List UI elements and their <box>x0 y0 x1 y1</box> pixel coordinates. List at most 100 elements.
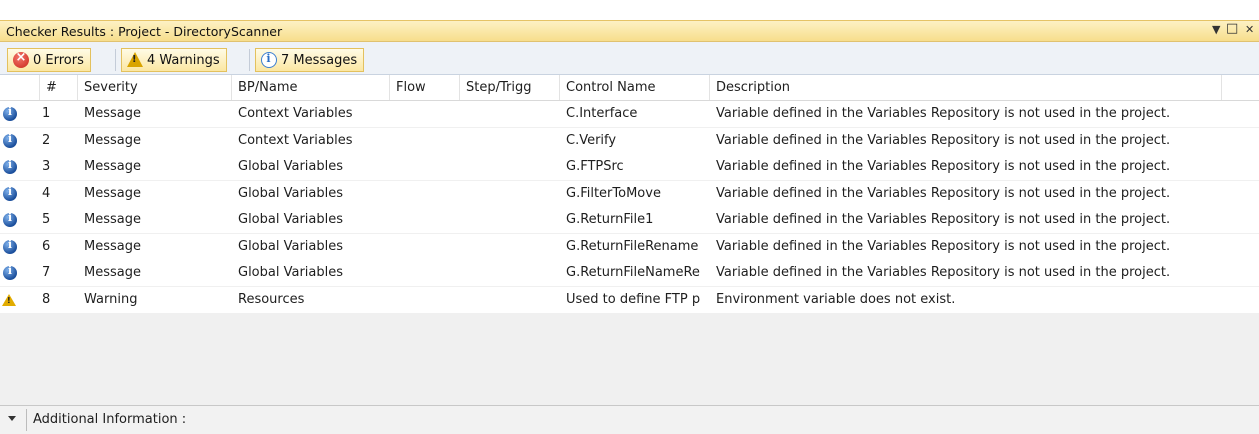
row-step-trigger <box>460 101 560 127</box>
row-severity: Message <box>84 265 141 280</box>
row-bp-name: Global Variables <box>238 238 344 254</box>
footer-separator <box>26 409 27 431</box>
row-description: Variable defined in the Variables Reposi… <box>716 212 1171 227</box>
info-icon <box>3 105 17 121</box>
row-bp-name: Global Variables <box>238 185 344 201</box>
toolbar-separator <box>115 49 116 71</box>
row-step-trigger <box>460 154 560 180</box>
errors-label: 0 Errors <box>33 52 84 68</box>
row-number: 5 <box>42 212 51 227</box>
row-control-name: G.FilterToMove <box>566 185 661 201</box>
warning-icon <box>127 52 143 68</box>
row-control-name: Used to define FTP p <box>566 291 701 307</box>
panel-title: Checker Results : Project - DirectorySca… <box>6 24 283 39</box>
row-bp-name: Global Variables <box>238 159 344 174</box>
header-control-name[interactable]: Control Name <box>560 75 710 100</box>
row-severity: Message <box>84 106 141 121</box>
errors-filter-button[interactable]: 0 Errors <box>7 48 91 72</box>
header-number[interactable]: # <box>40 75 78 100</box>
row-number: 1 <box>42 106 51 121</box>
results-grid: # Severity BP/Name Flow Step/Trigg Contr… <box>0 75 1259 405</box>
row-step-trigger <box>460 181 560 207</box>
close-icon[interactable]: ✕ <box>1245 23 1254 36</box>
table-row[interactable]: 4 Message Global Variables G.FilterToMove Va… <box>0 180 1259 207</box>
row-control-name: G.FTPSrc <box>566 159 624 174</box>
row-flow <box>390 154 460 180</box>
row-flow <box>390 260 460 286</box>
window-menu-icon[interactable]: ▼ <box>1212 23 1220 36</box>
row-step-trigger <box>460 207 560 233</box>
row-flow <box>390 101 460 127</box>
row-control-name: G.ReturnFileNameRe <box>566 265 700 280</box>
row-number: 4 <box>42 185 51 201</box>
info-icon <box>261 52 277 68</box>
row-control-name: C.Interface <box>566 106 638 121</box>
row-description: Variable defined in the Variables Reposi… <box>716 265 1171 280</box>
row-step-trigger <box>460 287 560 313</box>
row-bp-name: Global Variables <box>238 265 344 280</box>
info-icon <box>3 238 17 254</box>
chevron-down-icon[interactable] <box>8 416 16 421</box>
row-severity: Message <box>84 132 141 148</box>
info-icon <box>3 185 17 201</box>
panel-title-bar: Checker Results : Project - DirectorySca… <box>0 20 1259 42</box>
header-severity[interactable]: Severity <box>78 75 232 100</box>
row-description: Variable defined in the Variables Reposi… <box>716 132 1171 148</box>
additional-info-label: Additional Information : <box>33 412 187 427</box>
row-flow <box>390 234 460 260</box>
toolbar-separator <box>249 49 250 71</box>
row-bp-name: Context Variables <box>238 132 353 148</box>
row-severity: Message <box>84 212 141 227</box>
row-number: 3 <box>42 159 51 174</box>
row-flow <box>390 181 460 207</box>
row-description: Variable defined in the Variables Reposi… <box>716 106 1171 121</box>
row-description: Variable defined in the Variables Reposi… <box>716 159 1171 174</box>
table-row[interactable]: 2 Message Context Variables C.Verify Variabl… <box>0 127 1259 154</box>
table-row[interactable]: 6 Message Global Variables G.ReturnFileRena… <box>0 233 1259 260</box>
info-icon <box>3 158 17 174</box>
row-control-name: C.Verify <box>566 132 617 148</box>
table-row[interactable]: 7 Message Global Variables G.ReturnFileName… <box>0 260 1259 286</box>
header-description[interactable]: Description <box>710 75 1222 100</box>
filter-toolbar: 0 Errors 4 Warnings 7 Messages <box>0 42 1259 75</box>
additional-info-bar: Additional Information : <box>0 405 1259 434</box>
header-step-trigger[interactable]: Step/Trigg <box>460 75 560 100</box>
header-filler <box>1222 75 1259 100</box>
warning-icon <box>2 293 16 306</box>
header-flow[interactable]: Flow <box>390 75 460 100</box>
row-bp-name: Global Variables <box>238 212 344 227</box>
row-description: Variable defined in the Variables Reposi… <box>716 185 1171 201</box>
table-row[interactable]: 3 Message Global Variables G.FTPSrc Variable… <box>0 154 1259 180</box>
messages-filter-button[interactable]: 7 Messages <box>255 48 365 72</box>
row-severity: Message <box>84 238 141 254</box>
row-bp-name: Resources <box>238 291 305 307</box>
maximize-icon[interactable]: □ <box>1226 21 1238 36</box>
row-step-trigger <box>460 234 560 260</box>
top-strip <box>0 0 1259 20</box>
row-control-name: G.ReturnFile1 <box>566 212 654 227</box>
table-row[interactable]: 1 Message Context Variables C.Interface Vari… <box>0 101 1259 127</box>
warnings-filter-button[interactable]: 4 Warnings <box>121 48 227 72</box>
row-control-name: G.ReturnFileRename <box>566 238 699 254</box>
row-flow <box>390 128 460 154</box>
row-step-trigger <box>460 128 560 154</box>
row-description: Variable defined in the Variables Reposi… <box>716 238 1171 254</box>
info-icon <box>3 264 17 280</box>
row-number: 8 <box>42 291 51 307</box>
header-bp-name[interactable]: BP/Name <box>232 75 390 100</box>
row-step-trigger <box>460 260 560 286</box>
header-icon-col <box>0 75 40 100</box>
row-severity: Warning <box>84 291 138 307</box>
row-severity: Message <box>84 185 141 201</box>
row-number: 6 <box>42 238 51 254</box>
row-description: Environment variable does not exist. <box>716 291 956 307</box>
row-severity: Message <box>84 159 141 174</box>
row-flow <box>390 207 460 233</box>
row-bp-name: Context Variables <box>238 106 353 121</box>
row-flow <box>390 287 460 313</box>
table-row[interactable]: 5 Message Global Variables G.ReturnFile1 Var… <box>0 207 1259 233</box>
info-icon <box>3 211 17 227</box>
table-row[interactable]: 8 Warning Resources Used to define FTP p Env… <box>0 286 1259 313</box>
messages-label: 7 Messages <box>281 52 358 68</box>
info-icon <box>3 132 17 148</box>
